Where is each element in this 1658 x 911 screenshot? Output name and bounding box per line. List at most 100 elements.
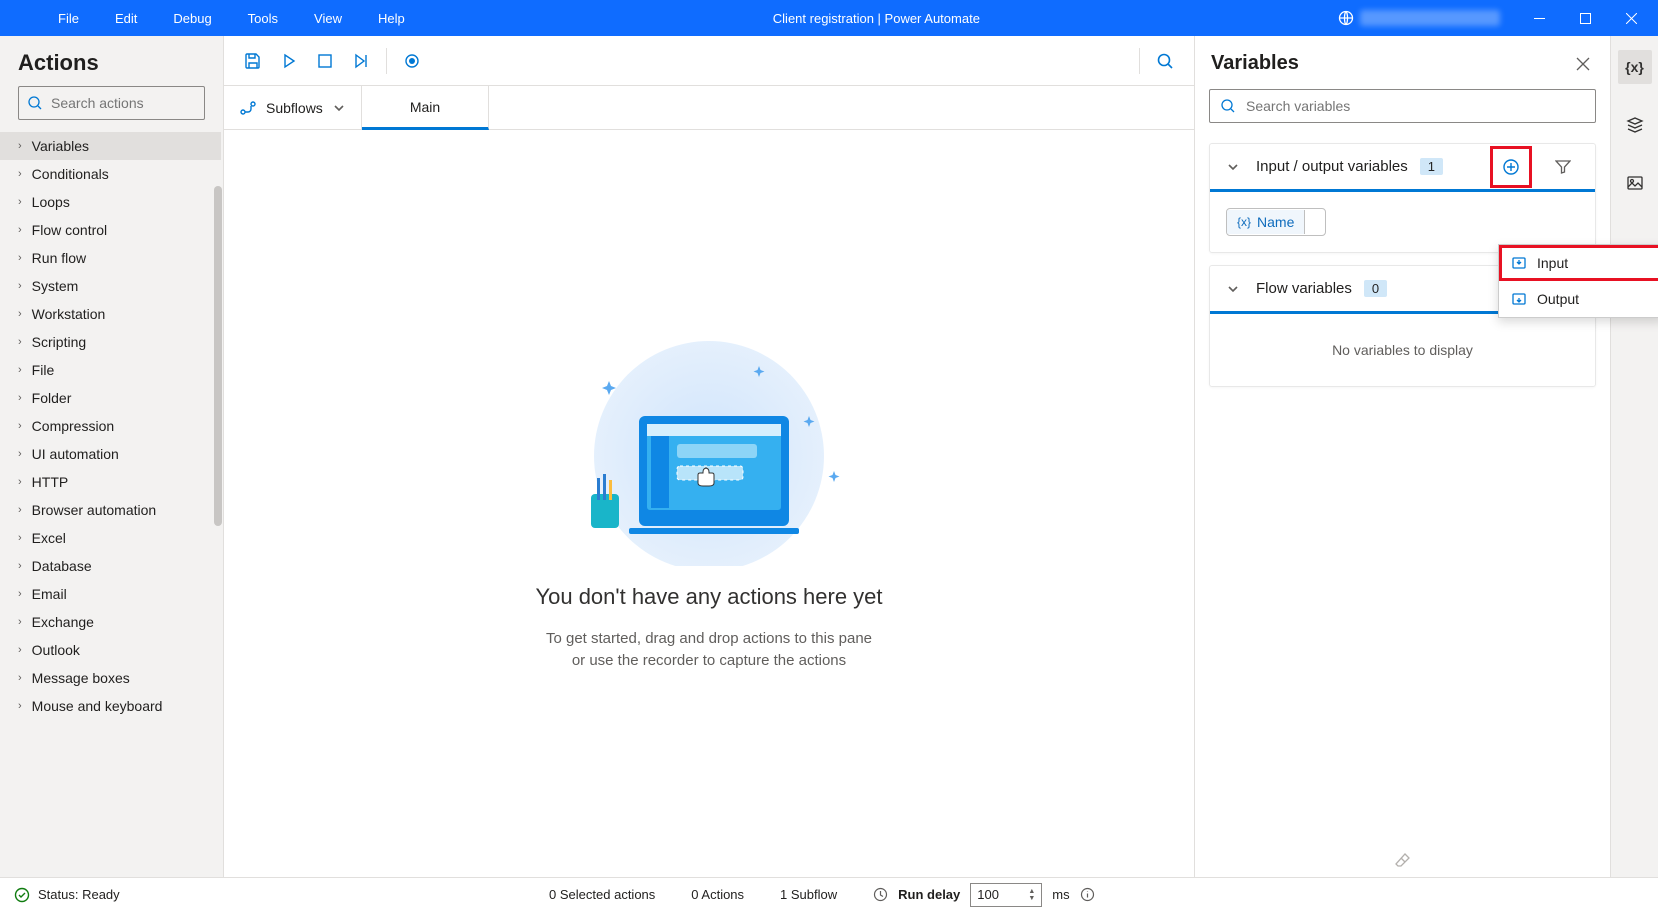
save-button[interactable] xyxy=(236,44,270,78)
action-group-workstation[interactable]: ›Workstation xyxy=(0,300,221,328)
action-group-browser-automation[interactable]: ›Browser automation xyxy=(0,496,221,524)
io-variables-section: Input / output variables 1 {x} Name xyxy=(1209,143,1596,253)
subflows-label: Subflows xyxy=(266,100,323,116)
menu-bar: File Edit Debug Tools View Help xyxy=(0,0,423,36)
action-group-http[interactable]: ›HTTP xyxy=(0,468,221,496)
search-flow-button[interactable] xyxy=(1148,44,1182,78)
action-group-compression[interactable]: ›Compression xyxy=(0,412,221,440)
action-group-conditionals[interactable]: ›Conditionals xyxy=(0,160,221,188)
action-group-message-boxes[interactable]: ›Message boxes xyxy=(0,664,221,692)
chevron-down-icon[interactable] xyxy=(1222,158,1244,176)
close-panel-icon[interactable] xyxy=(1572,53,1594,75)
chevron-right-icon: › xyxy=(18,560,22,572)
action-group-email[interactable]: ›Email xyxy=(0,580,221,608)
add-output-variable[interactable]: Output xyxy=(1499,281,1658,317)
actions-header: Actions xyxy=(0,36,223,86)
empty-state-subtitle: To get started, drag and drop actions to… xyxy=(546,628,872,672)
chevron-right-icon: › xyxy=(18,168,22,180)
chevron-right-icon: › xyxy=(18,420,22,432)
chevron-right-icon: › xyxy=(18,588,22,600)
action-group-run-flow[interactable]: ›Run flow xyxy=(0,244,221,272)
action-group-system[interactable]: ›System xyxy=(0,272,221,300)
chevron-down-icon xyxy=(333,102,345,114)
action-group-flow-control[interactable]: ›Flow control xyxy=(0,216,221,244)
menu-edit[interactable]: Edit xyxy=(97,0,155,36)
rail-ui-elements-button[interactable] xyxy=(1618,108,1652,142)
menu-view[interactable]: View xyxy=(296,0,360,36)
variables-search[interactable] xyxy=(1209,89,1596,123)
action-group-variables[interactable]: ›Variables xyxy=(0,132,221,160)
chevron-right-icon: › xyxy=(18,308,22,320)
tab-main[interactable]: Main xyxy=(362,86,489,130)
action-group-file[interactable]: ›File xyxy=(0,356,221,384)
status-bar: Status: Ready 0 Selected actions 0 Actio… xyxy=(0,877,1658,911)
rail-variables-button[interactable]: {x} xyxy=(1618,50,1652,84)
chevron-right-icon: › xyxy=(18,392,22,404)
empty-state-illustration xyxy=(549,336,869,566)
menu-debug[interactable]: Debug xyxy=(155,0,229,36)
menu-help[interactable]: Help xyxy=(360,0,423,36)
ms-label: ms xyxy=(1052,887,1069,902)
maximize-button[interactable] xyxy=(1562,0,1608,36)
flow-variables-empty: No variables to display xyxy=(1210,314,1595,386)
window-title: Client registration | Power Automate xyxy=(423,11,1330,26)
action-group-outlook[interactable]: ›Outlook xyxy=(0,636,221,664)
action-group-mouse-keyboard[interactable]: ›Mouse and keyboard xyxy=(0,692,221,720)
action-group-excel[interactable]: ›Excel xyxy=(0,524,221,552)
stop-button[interactable] xyxy=(308,44,342,78)
filter-variables-button[interactable] xyxy=(1543,147,1583,187)
variable-chip-label: Name xyxy=(1257,214,1294,230)
action-group-folder[interactable]: ›Folder xyxy=(0,384,221,412)
actions-search[interactable] xyxy=(18,86,205,120)
variables-panel: Variables Input / output variables 1 {x} xyxy=(1195,36,1610,877)
add-variable-menu: Input Output xyxy=(1498,244,1658,318)
add-variable-button[interactable] xyxy=(1491,147,1531,187)
spinner-up-icon[interactable]: ▲ xyxy=(1028,888,1035,895)
eraser-icon[interactable] xyxy=(1394,851,1412,869)
input-icon xyxy=(1511,255,1527,271)
chevron-down-icon[interactable] xyxy=(1222,280,1244,298)
chevron-right-icon: › xyxy=(18,364,22,376)
variable-icon: {x} xyxy=(1237,215,1251,229)
actions-search-input[interactable] xyxy=(51,95,232,111)
right-rail: {x} xyxy=(1610,36,1658,877)
flow-variables-label: Flow variables xyxy=(1256,280,1352,297)
variable-chip-name[interactable]: {x} Name xyxy=(1226,208,1326,236)
step-button[interactable] xyxy=(344,44,378,78)
run-button[interactable] xyxy=(272,44,306,78)
search-icon xyxy=(1220,98,1236,114)
spinner-down-icon[interactable]: ▼ xyxy=(1028,895,1035,902)
run-delay-input[interactable]: 100 ▲▼ xyxy=(970,883,1042,907)
variables-search-input[interactable] xyxy=(1246,98,1585,114)
rail-images-button[interactable] xyxy=(1618,166,1652,200)
io-variables-count: 1 xyxy=(1420,158,1443,175)
chevron-right-icon: › xyxy=(18,336,22,348)
action-group-scripting[interactable]: ›Scripting xyxy=(0,328,221,356)
environment-badge[interactable] xyxy=(1330,8,1508,28)
info-icon[interactable] xyxy=(1080,887,1095,902)
action-group-exchange[interactable]: ›Exchange xyxy=(0,608,221,636)
environment-name-redacted xyxy=(1360,10,1500,26)
clock-icon xyxy=(873,887,888,902)
empty-state-title: You don't have any actions here yet xyxy=(535,584,882,610)
menu-tools[interactable]: Tools xyxy=(230,0,296,36)
minimize-button[interactable] xyxy=(1516,0,1562,36)
add-input-variable[interactable]: Input xyxy=(1499,245,1658,281)
title-bar: File Edit Debug Tools View Help Client r… xyxy=(0,0,1658,36)
window-controls xyxy=(1516,0,1654,36)
actions-scrollbar[interactable] xyxy=(213,186,223,877)
chevron-right-icon: › xyxy=(18,672,22,684)
designer-canvas[interactable]: You don't have any actions here yet To g… xyxy=(224,130,1194,877)
actions-tree[interactable]: ›Variables ›Conditionals ›Loops ›Flow co… xyxy=(0,132,223,877)
status-ok-icon xyxy=(14,887,30,903)
action-group-ui-automation[interactable]: ›UI automation xyxy=(0,440,221,468)
subflows-dropdown[interactable]: Subflows xyxy=(224,86,362,129)
status-text: Status: Ready xyxy=(38,887,120,902)
menu-file[interactable]: File xyxy=(40,0,97,36)
close-button[interactable] xyxy=(1608,0,1654,36)
delay-spinner[interactable]: ▲▼ xyxy=(1028,888,1035,902)
action-group-database[interactable]: ›Database xyxy=(0,552,221,580)
action-group-loops[interactable]: ›Loops xyxy=(0,188,221,216)
chevron-right-icon: › xyxy=(18,280,22,292)
record-button[interactable] xyxy=(395,44,429,78)
